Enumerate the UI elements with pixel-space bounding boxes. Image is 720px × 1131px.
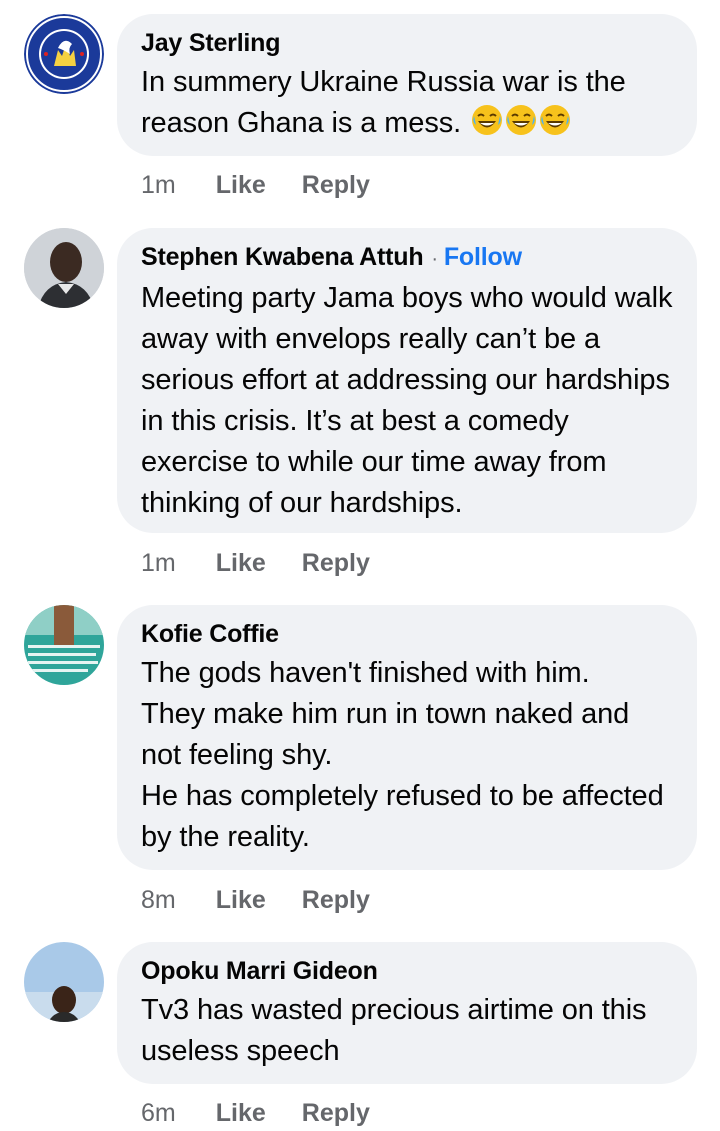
- comment-actions: 1m Like Reply: [141, 549, 406, 578]
- reply-button[interactable]: Reply: [302, 1099, 370, 1127]
- comment-time[interactable]: 1m: [141, 171, 176, 199]
- avatar[interactable]: [24, 605, 104, 685]
- avatar[interactable]: [24, 14, 104, 94]
- reply-button[interactable]: Reply: [302, 549, 370, 577]
- comment-time[interactable]: 6m: [141, 1099, 176, 1127]
- comment-text: In summery Ukraine Russia war is the rea…: [141, 66, 626, 139]
- comment-bubble: Kofie Coffie The gods haven't finished w…: [117, 605, 697, 870]
- follow-button[interactable]: Follow: [444, 243, 522, 271]
- comment-text: Tv3 has wasted precious airtime on this …: [141, 994, 647, 1067]
- comment-bubble: Stephen Kwabena Attuh · Follow Meeting par…: [117, 228, 697, 533]
- avatar[interactable]: [24, 228, 104, 308]
- comment-author[interactable]: Kofie Coffie: [141, 619, 673, 649]
- separator-dot: ·: [431, 248, 438, 270]
- comment-actions: 8m Like Reply: [141, 886, 406, 915]
- reply-button[interactable]: Reply: [302, 886, 370, 914]
- comment-author[interactable]: Stephen Kwabena Attuh: [141, 243, 424, 271]
- like-button[interactable]: Like: [216, 171, 266, 199]
- comment-actions: 6m Like Reply: [141, 1099, 406, 1128]
- comment-text: The gods haven't finished with him. They…: [141, 657, 664, 853]
- user-photo-icon: [24, 942, 104, 1022]
- comment-author[interactable]: Opoku Marri Gideon: [141, 956, 673, 986]
- chelsea-logo-icon: [24, 14, 104, 94]
- user-photo-icon: [24, 605, 104, 685]
- comment-time[interactable]: 8m: [141, 886, 176, 914]
- comment-actions: 1m Like Reply: [141, 171, 406, 200]
- comment-author[interactable]: Jay Sterling: [141, 28, 673, 58]
- reply-button[interactable]: Reply: [302, 171, 370, 199]
- comment-bubble: Opoku Marri Gideon Tv3 has wasted precio…: [117, 942, 697, 1084]
- comment-bubble: Jay Sterling In summery Ukraine Russia w…: [117, 14, 697, 156]
- like-button[interactable]: Like: [216, 886, 266, 914]
- user-photo-icon: [24, 228, 104, 308]
- comment-author-line: Stephen Kwabena Attuh · Follow: [141, 242, 673, 274]
- laughing-crying-emoji-icon: [469, 105, 571, 139]
- like-button[interactable]: Like: [216, 549, 266, 577]
- comment-time[interactable]: 1m: [141, 549, 176, 577]
- avatar[interactable]: [24, 942, 104, 1022]
- comment-text: Meeting party Jama boys who would walk a…: [141, 282, 673, 519]
- like-button[interactable]: Like: [216, 1099, 266, 1127]
